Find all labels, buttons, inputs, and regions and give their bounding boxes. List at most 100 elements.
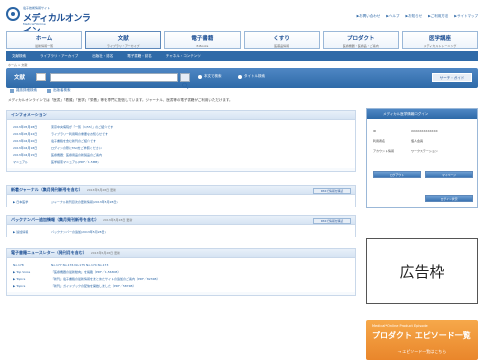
nav-tab-drugs[interactable]: くすり 医薬品情報 [243, 31, 320, 49]
item-text[interactable]: ライブラリー利用時の重要なお知らせです [51, 132, 108, 136]
section-body: 2013年05月28日 東京中央病院が「一覧（1/55）」のご紹介です 2013年… [7, 120, 355, 168]
utility-link-sitemap[interactable]: ▶サイトマップ [454, 14, 478, 19]
subnav-item[interactable]: 文献検索 [12, 54, 26, 59]
item-date: ▶ Topics [13, 276, 26, 281]
login-field-label: 利用者名 [373, 139, 386, 143]
item-date: ▶ 日本医学 [13, 199, 29, 204]
list-item[interactable]: 2013年04月20日 電子書籍を含む新刊のご紹介です [13, 137, 349, 144]
login-box: メディカル医学情報ログイン ID XXXXXXXXXXXXX 利用者名 個人会員… [366, 108, 478, 208]
section-title: 新着ジャーナル（集月発刊新号を含む） [11, 187, 83, 192]
item-text[interactable]: 「新刊」ガイドブックの配信を開始しました（PDF／587KB） [51, 284, 136, 288]
item-text[interactable]: 「新刊」電子書籍の最新情報をまとめたサイトの追加のご案内（PDF／823KB） [51, 277, 160, 281]
utility-link-contact[interactable]: ▶お問い合わせ [357, 14, 381, 19]
item-text[interactable]: 医療機器：医療用品の新製品のご案内 [51, 153, 102, 157]
item-text[interactable]: バックナンバーの追加(2013年5月28日) [51, 230, 106, 234]
subnav-item[interactable]: ライブラリ・アーカイブ [40, 54, 78, 59]
mypage-button[interactable]: マイページ [425, 171, 473, 178]
item-text[interactable]: 東京中央病院が「一覧（1/55）」のご紹介です [51, 125, 113, 129]
item-date: 2013年04月20日 [13, 138, 38, 143]
nav-tab-sublabel: E-Books [196, 44, 209, 48]
folder-icon [47, 88, 51, 93]
search-tab-journal[interactable]: 雑誌詳細検索 [10, 88, 37, 93]
intro-text: メディカルオンラインでは「医書」「看護」「医学」「栄養」等を専門に配信しています… [8, 98, 233, 102]
section-body: No.178 No.177 No.176 No.175 No.174 No.173… [7, 258, 355, 292]
login-field-label: アカウント情報 [373, 149, 395, 153]
item-text[interactable]: 電子書籍を含む新刊のご紹介です [51, 139, 96, 143]
section-header: インフォメーション [7, 111, 355, 120]
subnav-item[interactable]: チャネル・コンテンツ [166, 54, 201, 59]
login-box-header: メディカル医学情報ログイン [367, 109, 477, 119]
nav-tab-sublabel: 医療機器・医療品・ご案内 [342, 44, 379, 48]
nav-tab-label: プロダクト [347, 36, 375, 42]
list-item[interactable]: 2013年05月28日 東京中央病院が「一覧（1/55）」のご紹介です [13, 123, 349, 130]
section-backnumbers: バックナンバー追加情報（集月発刊新号を含む） 2013年5月28日 更新 RSS… [6, 215, 356, 238]
list-item[interactable]: ▶ Top Voice 「医療機器の最新動向」を掲載（PDF／1,563KB） [13, 268, 349, 275]
breadcrumb[interactable]: ホーム > 文献 [8, 63, 27, 67]
ad-slot[interactable]: 広告枠 [366, 238, 478, 304]
search-input[interactable] [50, 73, 178, 82]
list-item[interactable]: 2013年04月18日 ログインの際にFAQをご参照ください [13, 144, 349, 151]
login-field-value: ワークステーション [411, 149, 438, 153]
item-text[interactable]: ジャーナル新刊目次の更新情報(2013年5月28日) [51, 200, 118, 204]
item-date: ▶ Topics [13, 283, 26, 288]
nav-tab-sublabel: 医薬品情報 [274, 44, 290, 48]
item-text[interactable]: 医学検索マニュアル(PDF／1.5MB) [51, 160, 99, 164]
logo-mark-icon [6, 7, 20, 21]
search-icon [182, 82, 189, 89]
list-item[interactable]: ▶ Topics 「新刊」ガイドブックの配信を開始しました（PDF／587KB） [13, 282, 349, 289]
ad-label: 広告枠 [399, 262, 445, 281]
item-text[interactable]: ログインの際にFAQをご参照ください [51, 146, 102, 150]
nav-tab-ebooks[interactable]: 電子書籍 E-Books [164, 31, 241, 49]
product-episode-banner[interactable]: Medical*Online Product Episode プロダクト エピソ… [366, 320, 478, 360]
subnav-item[interactable]: 出版社・誌名 [92, 54, 113, 59]
section-header: 電子書籍ニュースレター（発刊月を含む） 2013年5月28日 更新 [7, 249, 355, 258]
rss-button[interactable]: RSSで情報を購読 [313, 218, 351, 224]
search-tab-publisher[interactable]: 出版者検索 [47, 88, 71, 93]
nav-tab-label: ホーム [35, 36, 53, 42]
list-item[interactable]: ▶ Topics 「新刊」電子書籍の最新情報をまとめたサイトの追加のご案内（PDF… [13, 275, 349, 282]
section-body: ▶ 日本医学 ジャーナル新刊目次の更新情報(2013年5月28日) [7, 195, 355, 208]
search-guide-button[interactable]: サーチ・ガイド [432, 73, 472, 82]
rss-button[interactable]: RSSで情報を購読 [313, 188, 351, 194]
item-text[interactable]: No.177 No.176 No.175 No.174 No.173 [51, 263, 108, 267]
search-button[interactable] [180, 73, 190, 89]
section-header: 新着ジャーナル（集月発刊新号を含む） 2013年5月28日 更新 RSSで情報を… [7, 186, 355, 195]
site-logo[interactable]: 電子技術情報サイト メディカルオンライン Medical*Online [6, 3, 94, 37]
list-item[interactable]: 2013年05月22日 ライブラリー利用時の重要なお知らせです [13, 130, 349, 137]
nav-tab-label: 医学講座 [428, 36, 451, 42]
search-tabs: 雑誌詳細検索 出版者検索 [6, 88, 71, 93]
nav-tab-home[interactable]: ホーム 最新情報一覧 [6, 31, 83, 49]
nav-tab-literature[interactable]: 文献 ライブラリ・アーカイブ [85, 31, 162, 49]
promo-link[interactable]: → エピソード一覧はこちら [366, 349, 478, 355]
search-scope-select[interactable] [36, 73, 46, 81]
nav-tab-label: 文献 [117, 36, 129, 42]
list-item[interactable]: ▶ 追加情報 バックナンバーの追加(2013年5月28日) [13, 228, 349, 235]
main-nav: ホーム 最新情報一覧 文献 ライブラリ・アーカイブ 電子書籍 E-Books く… [6, 31, 479, 49]
section-title: 電子書籍ニュースレター（発刊月を含む） [11, 250, 87, 255]
search-option-title[interactable]: タイトル検索 [238, 74, 265, 79]
login-field-value: XXXXXXXXXXXXX [411, 129, 438, 133]
utility-link-help[interactable]: ▶ヘルプ [386, 14, 399, 19]
search-option-label: タイトル検索 [244, 74, 265, 78]
utility-link-news[interactable]: ▶お知らせ [405, 14, 422, 19]
login-status-button[interactable]: ログイン状況 [425, 195, 473, 202]
list-item[interactable]: 2013年04月15日 医療機器：医療用品の新製品のご案内 [13, 151, 349, 158]
login-box-title: メディカル医学情報ログイン [383, 112, 429, 116]
section-header: バックナンバー追加情報（集月発刊新号を含む） 2013年5月28日 更新 RSS… [7, 216, 355, 225]
logout-button[interactable]: ログアウト [373, 171, 421, 178]
item-text[interactable]: 「医療機器の最新動向」を掲載（PDF／1,563KB） [51, 270, 120, 274]
section-information: インフォメーション 2013年05月28日 東京中央病院が「一覧（1/55）」のご… [6, 110, 356, 172]
list-item[interactable]: マニュアル 医学検索マニュアル(PDF／1.5MB) [13, 158, 349, 165]
subnav-item[interactable]: 電子書籍・誌名 [127, 54, 152, 59]
utility-link-usage[interactable]: ▶ご利用方法 [428, 14, 448, 19]
nav-tab-courses[interactable]: 医学講座 メディカルトレーニング [401, 31, 479, 49]
section-title: インフォメーション [11, 112, 47, 117]
list-item[interactable]: No.178 No.177 No.176 No.175 No.174 No.173 [13, 261, 349, 268]
section-new-journals: 新着ジャーナル（集月発刊新号を含む） 2013年5月28日 更新 RSSで情報を… [6, 185, 356, 208]
search-option-fulltext[interactable]: 本文で検索 [198, 74, 222, 79]
login-field-value: 個人会員 [411, 139, 424, 143]
list-item[interactable]: ▶ 日本医学 ジャーナル新刊目次の更新情報(2013年5月28日) [13, 198, 349, 205]
section-newsletter: 電子書籍ニュースレター（発刊月を含む） 2013年5月28日 更新 No.178… [6, 248, 356, 296]
nav-tab-products[interactable]: プロダクト 医療機器・医療品・ご案内 [322, 31, 399, 49]
promo-title: プロダクト エピソード一覧 [372, 331, 471, 340]
